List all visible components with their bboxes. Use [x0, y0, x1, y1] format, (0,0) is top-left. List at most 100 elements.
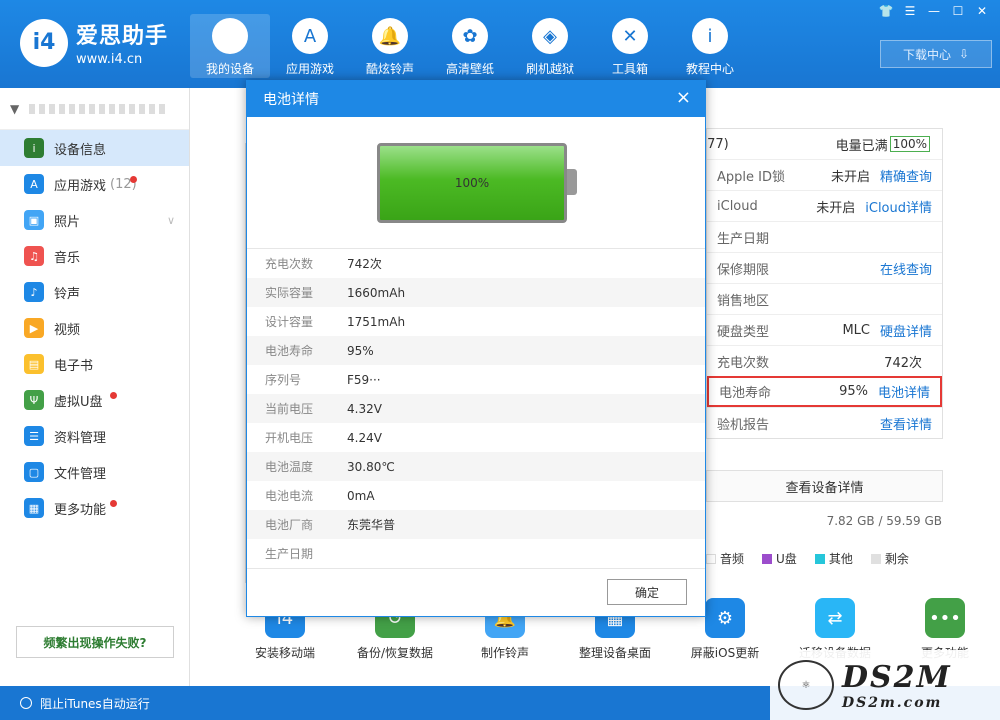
- battery-tip: [567, 169, 577, 195]
- download-center-button[interactable]: 下载中心 ⇩: [880, 40, 992, 68]
- sidebar-item[interactable]: ▤ 电子书: [0, 346, 189, 382]
- maximize-icon[interactable]: ☐: [950, 4, 966, 18]
- chevron-down-icon: ▼: [10, 101, 20, 116]
- device-selector[interactable]: ▼: [0, 88, 189, 130]
- sidebar-item[interactable]: ♫ 音乐: [0, 238, 189, 274]
- battery-detail-row: 生产日期: [247, 539, 705, 568]
- nav-label: 工具箱: [611, 62, 648, 76]
- close-icon[interactable]: ×: [676, 87, 691, 108]
- battery-detail-value: 东莞华普: [347, 518, 396, 532]
- nav-item[interactable]: 🔔 酷炫铃声: [350, 14, 430, 78]
- watermark-big-text: DS2M: [842, 659, 952, 695]
- info-value: 742次: [884, 355, 922, 371]
- battery-detail-row: 充电次数 742次: [247, 249, 705, 278]
- battery-detail-row: 电池温度 30.80℃: [247, 452, 705, 481]
- info-row: 充电次数 742次: [707, 345, 942, 376]
- info-row: 电池寿命 95% 电池详情: [707, 376, 942, 407]
- nav-item[interactable]: ◈ 刷机越狱: [510, 14, 590, 78]
- legend-item: 剩余: [870, 550, 909, 567]
- sidebar-item[interactable]: ▢ 文件管理: [0, 454, 189, 490]
- legend-item: U盘: [762, 550, 797, 567]
- dialog-title-bar: 电池详情 ×: [247, 81, 705, 117]
- info-link[interactable]: 在线查询: [880, 259, 932, 278]
- info-link[interactable]: 查看详情: [880, 414, 932, 433]
- sidebar-item-label: 更多功能: [54, 502, 107, 518]
- nav-item[interactable]: ✿ 高清壁纸: [430, 14, 510, 78]
- sidebar-item-label: 照片: [54, 214, 81, 230]
- info-key: 生产日期: [717, 231, 770, 247]
- battery-detail-key: 电池温度: [265, 460, 314, 474]
- battery-detail-value: 30.80℃: [347, 459, 395, 474]
- menu-icon[interactable]: ☰: [902, 4, 918, 18]
- nav-label: 应用游戏: [285, 62, 334, 76]
- top-bar: i4 爱思助手 www.i4.cn 我的设备 A 应用游戏 🔔 酷炫铃声 ✿ 高清壁纸 ◈ 刷机…: [0, 0, 1000, 88]
- battery-detail-value: 1660mAh: [347, 285, 406, 300]
- legend-item: 其他: [814, 550, 853, 567]
- battery-detail-table: 充电次数 742次 实际容量 1660mAh 设计容量 1751mAh 电池寿命 95% 序列号…: [247, 249, 705, 571]
- sidebar-item[interactable]: ♪ 铃声: [0, 274, 189, 310]
- sidebar-item-icon: ♪: [24, 282, 44, 302]
- battery-detail-value: 0mA: [347, 488, 375, 503]
- close-icon[interactable]: ✕: [974, 4, 990, 18]
- sidebar-item-icon: i: [24, 138, 44, 158]
- nav-item[interactable]: i 教程中心: [670, 14, 750, 78]
- sidebar-item-icon: ▤: [24, 354, 44, 374]
- download-icon: ⇩: [958, 47, 970, 61]
- ok-button[interactable]: 确定: [607, 579, 687, 605]
- tool-label: 屏蔽iOS更新: [690, 646, 760, 660]
- sidebar-item[interactable]: ☰ 资料管理: [0, 418, 189, 454]
- watermark-logo-icon: ⚛: [778, 660, 834, 710]
- legend-label: U盘: [776, 552, 797, 566]
- info-key: 硬盘类型: [717, 324, 770, 340]
- sidebar-item[interactable]: i 设备信息: [0, 130, 189, 166]
- sidebar-item-label: 应用游戏: [54, 178, 107, 194]
- info-key: 销售地区: [717, 293, 770, 309]
- sidebar-item[interactable]: ▦ 更多功能: [0, 490, 189, 526]
- info-key: 充电次数: [717, 355, 770, 371]
- battery-detail-value: 4.24V: [347, 430, 382, 445]
- circle-icon[interactable]: [20, 697, 32, 709]
- info-key: 验机报告: [717, 417, 770, 433]
- info-link[interactable]: 硬盘详情: [880, 321, 932, 340]
- battery-detail-value: 4.32V: [347, 401, 382, 416]
- info-row: 硬盘类型 MLC 硬盘详情: [707, 314, 942, 345]
- info-link[interactable]: iCloud详情: [865, 197, 932, 216]
- sidebar-item[interactable]: A 应用游戏 (12): [0, 166, 189, 202]
- block-itunes-label[interactable]: 阻止iTunes自动运行: [40, 695, 150, 712]
- nav-label: 高清壁纸: [445, 62, 494, 76]
- tool-label: 制作铃声: [480, 646, 529, 660]
- chevron-down-icon[interactable]: ∨: [167, 214, 175, 227]
- info-link[interactable]: 精确查询: [880, 166, 932, 185]
- sidebar-item-icon: ▢: [24, 462, 44, 482]
- sidebar-item[interactable]: Ψ 虚拟U盘: [0, 382, 189, 418]
- info-row: 生产日期: [707, 221, 942, 252]
- battery-detail-value: F59···: [347, 372, 381, 387]
- frequent-failure-button[interactable]: 频繁出现操作失败?: [16, 626, 174, 658]
- skin-icon[interactable]: 👕: [878, 4, 894, 18]
- nav-item[interactable]: 我的设备: [190, 14, 270, 78]
- storage-legend: 音频 U盘 其他 剩余: [706, 550, 909, 567]
- view-device-detail-button[interactable]: 查看设备详情: [706, 470, 943, 502]
- battery-detail-key: 当前电压: [265, 402, 314, 416]
- info-row: 验机报告 查看详情: [707, 407, 942, 438]
- info-link[interactable]: 电池详情: [878, 382, 930, 401]
- logo-icon: i4: [20, 18, 68, 67]
- info-row: 销售地区: [707, 283, 942, 314]
- sidebar-item-icon: ♫: [24, 246, 44, 266]
- nav-item[interactable]: A 应用游戏: [270, 14, 350, 78]
- app-url: www.i4.cn: [76, 52, 143, 67]
- download-label: 下载中心: [902, 47, 951, 62]
- battery-badge: 100%: [889, 136, 930, 152]
- sidebar-item-icon: ☰: [24, 426, 44, 446]
- battery-detail-key: 充电次数: [265, 257, 314, 271]
- battery-icon: 100%: [377, 143, 567, 223]
- appstore-icon: A: [292, 18, 328, 54]
- minimize-icon[interactable]: —: [926, 4, 942, 18]
- sidebar-item[interactable]: ▶ 视频: [0, 310, 189, 346]
- legend-swatch: [870, 554, 881, 564]
- nav-item[interactable]: ✕ 工具箱: [590, 14, 670, 78]
- sidebar: ▼ i 设备信息 A 应用游戏 (12) ▣ 照片 ∨ ♫ 音乐 ♪ 铃声 ▶ 视频 ▤ 电子书 Ψ 虚拟U盘 ☰ 资…: [0, 88, 190, 686]
- sidebar-item-label: 电子书: [54, 358, 94, 374]
- sidebar-item[interactable]: ▣ 照片 ∨: [0, 202, 189, 238]
- legend-item: 音频: [706, 550, 744, 567]
